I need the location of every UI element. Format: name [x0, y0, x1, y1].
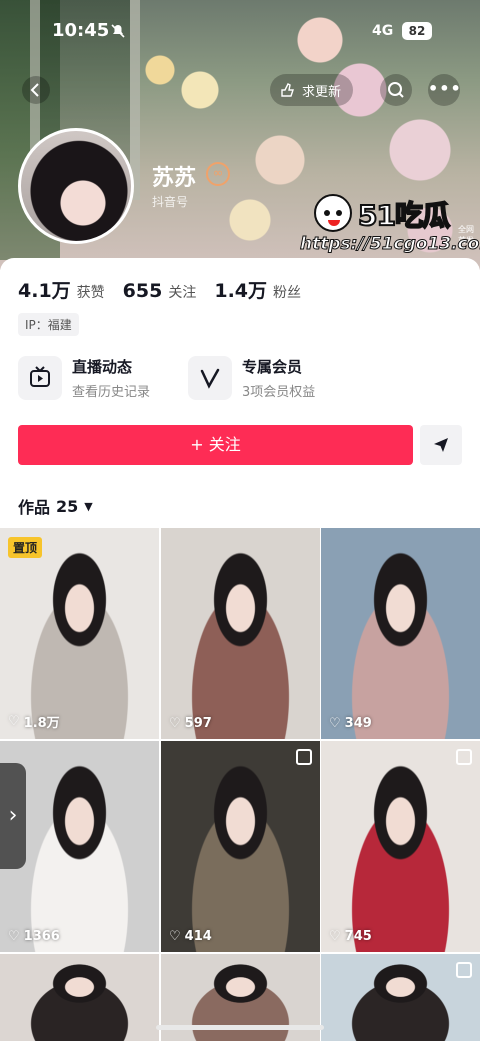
live-tv-icon [18, 356, 62, 400]
like-count: ♡ 597 [169, 716, 212, 731]
like-count-value: 1.8万 [23, 716, 60, 731]
avatar[interactable] [18, 128, 134, 244]
profile-name: 苏苏 [152, 166, 197, 191]
profile-stats: 4.1万 获赞 655 关注 1.4万 粉丝 [18, 276, 319, 303]
search-icon [388, 82, 404, 98]
site-watermark: 51吃瓜 全网首发 https://51cgo13.com [299, 194, 480, 258]
douyin-id-label[interactable]: 抖音号 [152, 193, 188, 210]
request-update-button[interactable]: 求更新 [270, 74, 354, 106]
caret-down-icon: ▼ [84, 499, 93, 513]
like-count-value: 349 [344, 716, 372, 731]
multi-image-icon [296, 749, 312, 765]
status-bar: 10:45 4G 82 [0, 20, 480, 46]
member-subtitle: 3项会员权益 [242, 385, 316, 400]
video-tile[interactable]: ♡ 597 [161, 528, 320, 739]
heart-icon: ♡ [8, 929, 20, 944]
stat-value: 4.1万 [18, 280, 71, 302]
live-activity-subtitle: 查看历史记录 [72, 385, 151, 400]
pretzel-badge-icon[interactable]: ∞ [206, 162, 230, 186]
share-button[interactable] [420, 425, 462, 465]
works-count: 25 [56, 496, 79, 516]
home-indicator [156, 1025, 324, 1030]
video-tile[interactable] [0, 954, 159, 1041]
watermark-mascot-icon [314, 194, 352, 232]
battery-indicator: 82 [402, 22, 432, 40]
like-count: ♡ 745 [329, 929, 372, 944]
heart-icon: ♡ [8, 714, 20, 729]
watermark-logo: 51吃瓜 [357, 198, 451, 233]
stat-likes[interactable]: 4.1万 获赞 [18, 276, 105, 303]
search-button[interactable] [380, 74, 412, 106]
status-time: 10:45 [52, 20, 110, 41]
heart-icon: ♡ [329, 716, 341, 731]
like-count-value: 597 [184, 716, 212, 731]
network-indicator: 4G [372, 23, 394, 39]
like-count-value: 414 [184, 929, 212, 944]
image-set-tile[interactable]: ♡ 745 [321, 741, 480, 952]
watermark-url: https://51cgo13.com [299, 234, 480, 255]
video-tile[interactable]: ♡ 349 [321, 528, 480, 739]
works-label: 作品 [18, 498, 51, 517]
multi-image-icon [456, 749, 472, 765]
live-activity-entry[interactable]: 直播动态 查看历史记录 [18, 354, 150, 402]
send-icon [434, 438, 448, 452]
stat-value: 655 [122, 280, 163, 302]
multi-image-icon [456, 962, 472, 978]
side-panel-handle[interactable]: › [0, 763, 26, 869]
member-v-icon [188, 356, 232, 400]
ip-location-tag: IP：福建 [18, 313, 79, 336]
stat-value: 1.4万 [214, 280, 268, 302]
like-count: ♡ 1.8万 [8, 712, 60, 731]
stat-label: 获赞 [76, 285, 105, 301]
video-tile[interactable]: 置顶 ♡ 1.8万 [0, 528, 159, 739]
image-set-tile[interactable] [321, 954, 480, 1041]
like-count-value: 745 [344, 929, 372, 944]
stat-label: 关注 [168, 285, 197, 301]
image-set-tile[interactable]: ♡ 414 [161, 741, 320, 952]
like-count: ♡ 1366 [8, 929, 60, 944]
works-tab[interactable]: 作品 25 ▼ [18, 494, 93, 518]
stat-following[interactable]: 655 关注 [123, 280, 197, 302]
request-update-label: 求更新 [302, 84, 342, 100]
follow-button[interactable]: + 关注 [18, 425, 413, 465]
works-grid: 置顶 ♡ 1.8万 ♡ 597 ♡ 349 ♡ 1366 ♡ 414 ♡ 745 [0, 528, 480, 1041]
chevron-left-icon [30, 83, 39, 97]
like-count: ♡ 414 [169, 929, 212, 944]
stat-label: 粉丝 [273, 285, 302, 301]
mute-icon [111, 24, 125, 38]
like-count-value: 1366 [23, 929, 60, 944]
more-button[interactable]: ••• [428, 74, 461, 106]
exclusive-member-entry[interactable]: 专属会员 3项会员权益 [188, 354, 315, 402]
heart-icon: ♡ [169, 929, 181, 944]
stat-followers[interactable]: 1.4万 粉丝 [214, 276, 301, 303]
like-count: ♡ 349 [329, 716, 372, 731]
live-activity-title: 直播动态 [72, 358, 133, 376]
pinned-badge: 置顶 [8, 537, 43, 558]
member-title: 专属会员 [242, 358, 303, 376]
heart-icon: ♡ [329, 929, 341, 944]
hand-wave-icon [281, 83, 294, 97]
heart-icon: ♡ [169, 716, 181, 731]
back-button[interactable] [22, 76, 50, 104]
